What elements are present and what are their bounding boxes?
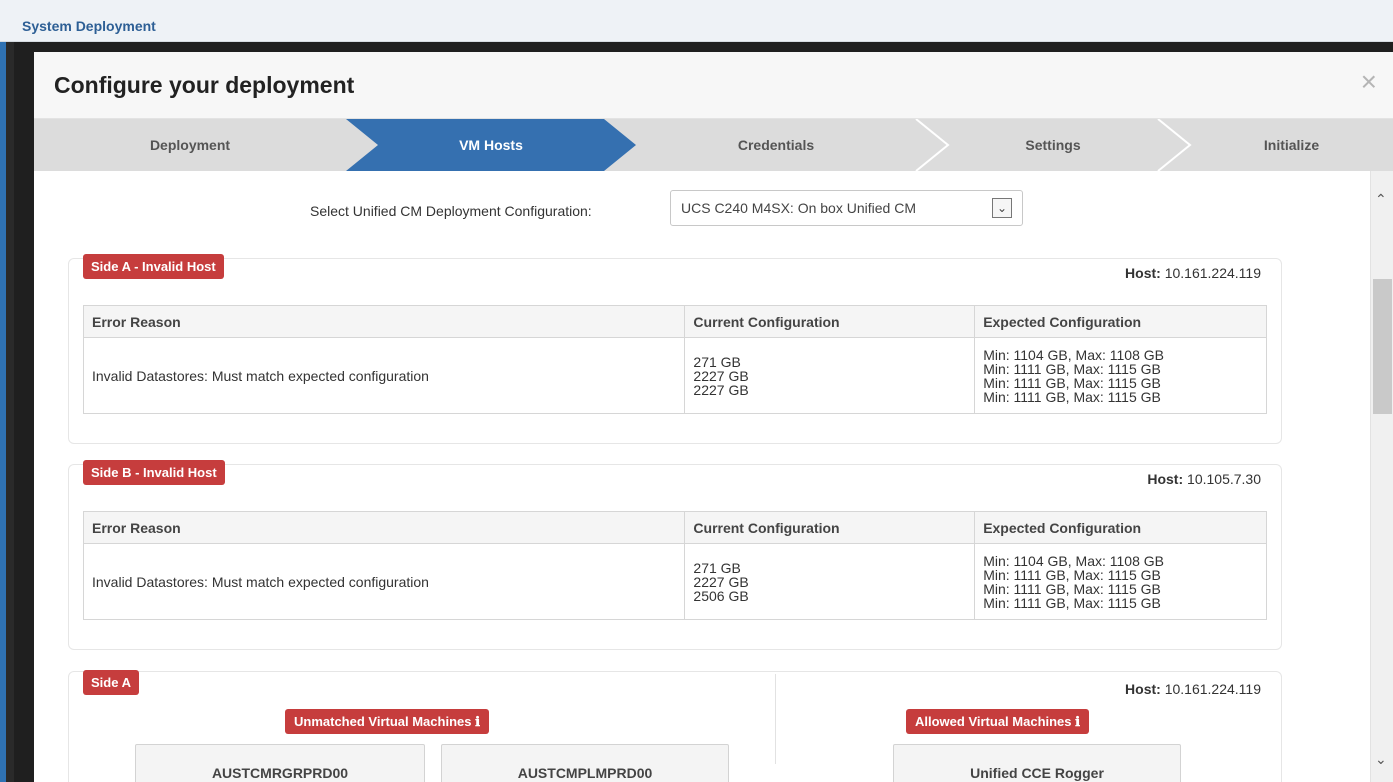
tab-vm-hosts[interactable]: VM Hosts bbox=[378, 119, 604, 171]
info-icon[interactable]: ℹ bbox=[475, 714, 480, 729]
host-section-side-a-invalid: Side A - Invalid Host Host: 10.161.224.1… bbox=[68, 254, 1282, 444]
deployment-config-select[interactable]: UCS C240 M4SX: On box Unified CM ⌄ bbox=[670, 190, 1023, 226]
column-header: Expected Configuration bbox=[974, 511, 1267, 544]
vm-item[interactable]: AUSTCMPLMPRD00 bbox=[441, 744, 729, 782]
vm-item[interactable]: Unified CCE Rogger bbox=[893, 744, 1181, 782]
current-configuration: 271 GB 2227 GB 2227 GB bbox=[684, 337, 976, 414]
status-badge: Side A bbox=[83, 670, 139, 695]
table-row: Invalid Datastores: Must match expected … bbox=[82, 543, 1267, 620]
error-table: Error Reason Current Configuration Expec… bbox=[82, 305, 1267, 414]
allowed-vms-badge: Allowed Virtual Machines ℹ bbox=[906, 709, 1090, 734]
table-row: Invalid Datastores: Must match expected … bbox=[82, 337, 1267, 414]
expected-value: Min: 1104 GB, Max: 1108 GB bbox=[983, 552, 1164, 569]
current-value: 2506 GB bbox=[693, 587, 749, 604]
current-value: 271 GB bbox=[693, 353, 741, 370]
expected-value: Min: 1111 GB, Max: 1115 GB bbox=[983, 580, 1161, 597]
unmatched-vms-label: Unmatched Virtual Machines bbox=[294, 714, 472, 729]
content-scrollbar[interactable]: ⌃ ⌄ bbox=[1370, 171, 1393, 782]
current-value: 2227 GB bbox=[693, 573, 749, 590]
host-label: Host: bbox=[1125, 681, 1161, 697]
host-address: Host: 10.161.224.119 bbox=[1125, 265, 1261, 281]
scroll-down-icon[interactable]: ⌄ bbox=[1375, 751, 1387, 768]
current-value: 271 GB bbox=[693, 559, 741, 576]
configure-deployment-dialog: Configure your deployment × Deployment V… bbox=[34, 52, 1393, 782]
tab-credentials[interactable]: Credentials bbox=[636, 119, 916, 171]
status-badge: Side A - Invalid Host bbox=[83, 254, 224, 279]
tab-initialize[interactable]: Initialize bbox=[1190, 119, 1393, 171]
scrollbar-thumb[interactable] bbox=[1373, 279, 1392, 414]
modal-header: Configure your deployment × bbox=[34, 52, 1393, 119]
close-icon[interactable]: × bbox=[1361, 68, 1377, 96]
host-address: Host: 10.105.7.30 bbox=[1147, 471, 1261, 487]
expected-value: Min: 1111 GB, Max: 1115 GB bbox=[983, 360, 1161, 377]
window-title: System Deployment bbox=[22, 18, 156, 34]
expected-configuration: Min: 1104 GB, Max: 1108 GB Min: 1111 GB,… bbox=[974, 543, 1267, 620]
column-header: Current Configuration bbox=[684, 511, 976, 544]
error-reason: Invalid Datastores: Must match expected … bbox=[82, 337, 686, 414]
host-address: Host: 10.161.224.119 bbox=[1125, 681, 1261, 697]
scroll-up-icon[interactable]: ⌃ bbox=[1375, 191, 1387, 208]
allowed-vms-label: Allowed Virtual Machines bbox=[915, 714, 1072, 729]
expected-value: Min: 1111 GB, Max: 1115 GB bbox=[983, 388, 1161, 405]
host-section-side-a-vms: Side A Host: 10.161.224.119 Unmatched Vi… bbox=[68, 670, 1282, 782]
window-left-accent bbox=[0, 0, 6, 782]
current-configuration: 271 GB 2227 GB 2506 GB bbox=[684, 543, 976, 620]
modal-title: Configure your deployment bbox=[54, 72, 355, 98]
info-icon[interactable]: ℹ bbox=[1075, 714, 1080, 729]
host-section-side-b-invalid: Side B - Invalid Host Host: 10.105.7.30 … bbox=[68, 460, 1282, 650]
host-label: Host: bbox=[1147, 471, 1184, 487]
column-header: Current Configuration bbox=[684, 305, 976, 338]
chevron-down-icon[interactable]: ⌄ bbox=[992, 198, 1012, 218]
host-ip: 10.161.224.119 bbox=[1164, 681, 1261, 697]
vm-item[interactable]: AUSTCMRGRPRD00 bbox=[135, 744, 425, 782]
column-header: Error Reason bbox=[82, 305, 686, 338]
expected-value: Min: 1111 GB, Max: 1115 GB bbox=[983, 374, 1161, 391]
host-label: Host: bbox=[1125, 265, 1161, 281]
vm-hosts-content: Select Unified CM Deployment Configurati… bbox=[34, 171, 1370, 782]
vm-column-divider bbox=[775, 674, 776, 764]
column-header: Expected Configuration bbox=[974, 305, 1267, 338]
current-value: 2227 GB bbox=[693, 381, 749, 398]
expected-configuration: Min: 1104 GB, Max: 1108 GB Min: 1111 GB,… bbox=[974, 337, 1267, 414]
column-header: Error Reason bbox=[82, 511, 686, 544]
tab-settings[interactable]: Settings bbox=[948, 119, 1158, 171]
expected-value: Min: 1111 GB, Max: 1115 GB bbox=[983, 566, 1161, 583]
tab-deployment[interactable]: Deployment bbox=[34, 119, 346, 171]
expected-value: Min: 1111 GB, Max: 1115 GB bbox=[983, 594, 1161, 611]
window-header: System Deployment bbox=[0, 0, 1393, 42]
deployment-config-label: Select Unified CM Deployment Configurati… bbox=[310, 203, 592, 219]
status-badge: Side B - Invalid Host bbox=[83, 460, 225, 485]
expected-value: Min: 1104 GB, Max: 1108 GB bbox=[983, 346, 1164, 363]
error-table: Error Reason Current Configuration Expec… bbox=[82, 511, 1267, 620]
unmatched-vms-badge: Unmatched Virtual Machines ℹ bbox=[285, 709, 490, 734]
error-reason: Invalid Datastores: Must match expected … bbox=[82, 543, 686, 620]
host-ip: 10.105.7.30 bbox=[1187, 471, 1261, 487]
deployment-config-selected: UCS C240 M4SX: On box Unified CM bbox=[681, 200, 916, 216]
host-ip: 10.161.224.119 bbox=[1164, 265, 1261, 281]
current-value: 2227 GB bbox=[693, 367, 749, 384]
